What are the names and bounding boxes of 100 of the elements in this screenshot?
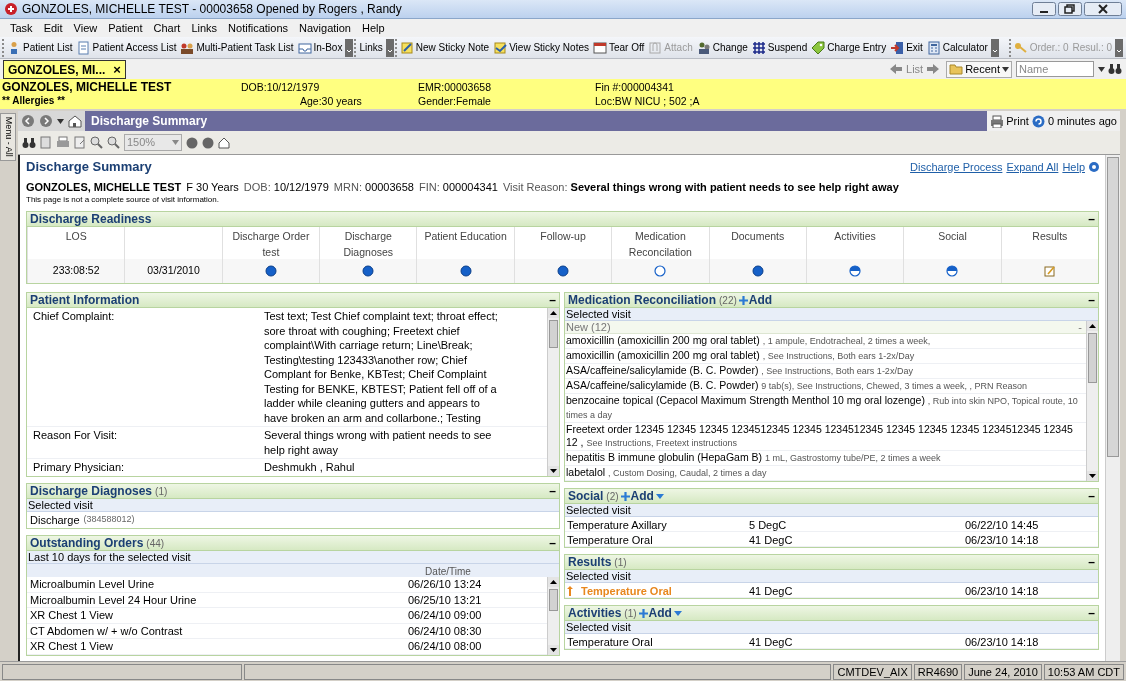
document-icon[interactable]	[40, 136, 52, 149]
collapse-button[interactable]: –	[549, 538, 556, 548]
toolbar-button[interactable]: Exit	[889, 40, 924, 55]
minimize-icon[interactable]	[1032, 2, 1056, 16]
help-icon[interactable]	[1089, 161, 1099, 172]
patient-tab[interactable]: GONZOLES, MI... ×	[3, 60, 126, 79]
toolbar-button[interactable]: In-Box	[296, 40, 344, 55]
menu-item[interactable]: Help	[362, 19, 385, 37]
toolbar-button[interactable]: Links	[358, 40, 384, 55]
column-header: Follow-up	[540, 229, 586, 244]
count-text: (1)	[624, 606, 637, 621]
medication-entry: ASA/caffeine/salicylamide (B. C. Powder) 9 tab(s), See Instructions, Chewed, 3 times a week, , PRN Reason	[566, 379, 1027, 391]
scrollbar[interactable]	[547, 308, 559, 476]
up-arrow-icon	[567, 586, 573, 597]
sex-age-text: F 30 Years	[186, 179, 239, 195]
scrollbar[interactable]	[1086, 321, 1098, 481]
toolbar-button[interactable]: Change	[695, 40, 749, 55]
scrollbar-thumb[interactable]	[549, 320, 558, 348]
overflow-icon[interactable]	[345, 38, 354, 57]
add-button[interactable]: Add	[620, 487, 654, 505]
scrollbar-thumb[interactable]	[1088, 333, 1097, 383]
toolbar-button[interactable]: Multi-Patient Task List	[179, 40, 295, 55]
collapse-button[interactable]: –	[1088, 214, 1095, 224]
side-menu-tab[interactable]: Menu - All	[0, 113, 16, 161]
toolbar-button[interactable]: Suspend	[750, 40, 809, 55]
toolbar-button[interactable]: Tear Off	[591, 40, 646, 55]
collapse-button[interactable]: –	[1088, 491, 1095, 501]
order-date: 06/25/10 13:21	[408, 592, 482, 608]
status-text: 10:53 AM CDT	[1043, 663, 1124, 680]
toolbar-button[interactable]: View Sticky Notes	[492, 40, 590, 55]
collapse-button[interactable]: –	[549, 295, 556, 305]
scrollbar[interactable]	[1105, 155, 1120, 661]
menu-item[interactable]: View	[73, 19, 98, 37]
subtitle-text: Selected visit	[27, 499, 559, 512]
menu-item[interactable]: Chart	[153, 19, 181, 37]
plus-icon	[620, 491, 630, 501]
table-cell: 233:08:52	[52, 263, 100, 279]
collapse-button[interactable]: –	[1088, 557, 1095, 567]
recent-button[interactable]: Recent	[946, 60, 1012, 78]
refresh-icon[interactable]	[1031, 114, 1045, 128]
note-icon	[493, 40, 508, 55]
menu-item[interactable]: Notifications	[228, 19, 288, 37]
restore-icon[interactable]	[1058, 2, 1082, 16]
add-button[interactable]: Add	[738, 291, 773, 309]
menu-item[interactable]: Navigation	[299, 19, 351, 37]
printer-icon[interactable]	[56, 136, 70, 149]
toolbar-button[interactable]: New Sticky Note	[398, 40, 491, 55]
add-button[interactable]: Add	[638, 604, 672, 622]
plus-icon	[738, 295, 748, 305]
result-value: 41 DegC	[749, 635, 794, 650]
collapse-button[interactable]: –	[1088, 608, 1095, 618]
zoom-out-icon[interactable]	[107, 136, 120, 149]
scrollbar-thumb[interactable]	[549, 589, 558, 611]
overflow-icon[interactable]	[990, 38, 999, 57]
binoculars-icon[interactable]	[1108, 63, 1122, 75]
field-label: Primary Physician:	[32, 460, 126, 475]
document-icon[interactable]	[74, 136, 86, 149]
patient-name: GONZOLES, MICHELLE TEST	[2, 80, 173, 94]
plus-icon	[638, 608, 648, 618]
toolbar-button[interactable]: Patient List	[6, 40, 74, 55]
menu-item[interactable]: Task	[10, 19, 33, 37]
order-date: 06/24/10 08:00	[408, 639, 482, 654]
count-text: (44)	[146, 536, 165, 551]
status-text: RR4690	[913, 663, 963, 680]
group-header[interactable]: New (12)	[566, 318, 611, 336]
caret-icon[interactable]	[57, 118, 64, 124]
back-arrow-icon[interactable]	[889, 63, 903, 75]
overflow-icon[interactable]	[1115, 38, 1123, 57]
collapse-button[interactable]: –	[1088, 295, 1095, 305]
forward-arrow-icon[interactable]	[926, 63, 941, 75]
link[interactable]: Expand All	[1006, 158, 1059, 175]
close-icon[interactable]	[1084, 2, 1122, 16]
subtitle-text: Selected visit	[565, 308, 1098, 321]
home-icon[interactable]	[218, 136, 230, 149]
close-tab-button[interactable]: ×	[113, 59, 121, 80]
print-button[interactable]: Print	[990, 112, 1029, 130]
collapse-button[interactable]: -	[1078, 318, 1085, 336]
overflow-icon[interactable]	[385, 38, 394, 57]
link[interactable]: Discharge Process	[910, 158, 1003, 175]
menu-item[interactable]: Patient	[108, 19, 143, 37]
link[interactable]: Help	[1062, 158, 1085, 175]
home-icon[interactable]	[68, 114, 82, 128]
toolbar-button[interactable]: Charge Entry	[810, 40, 888, 55]
scrollbar[interactable]	[547, 577, 559, 655]
menu-item[interactable]: Links	[191, 19, 218, 37]
down-arrow-icon	[1087, 471, 1098, 481]
zoom-in-icon[interactable]	[90, 136, 103, 149]
toolbar-button[interactable]: Calculator	[925, 40, 989, 55]
collapse-button[interactable]: –	[549, 486, 556, 496]
column-header: Documents	[731, 229, 785, 244]
result-name: Temperature Oral	[567, 635, 653, 650]
gender-text: Gender:Female	[418, 94, 492, 108]
name-search-field[interactable]: Name	[1016, 61, 1094, 77]
exit-icon	[890, 40, 905, 55]
menu-item[interactable]: Edit	[43, 19, 63, 37]
toolbar-button[interactable]: Patient Access List	[75, 40, 178, 55]
medication-entry: hepatitis B immune globulin (HepaGam B) 1 mL, Gastrostomy tube/PE, 2 times a week	[566, 451, 941, 463]
binoculars-icon[interactable]	[22, 136, 36, 149]
scrollbar-thumb[interactable]	[1107, 157, 1119, 457]
caret-icon[interactable]	[1098, 66, 1105, 72]
